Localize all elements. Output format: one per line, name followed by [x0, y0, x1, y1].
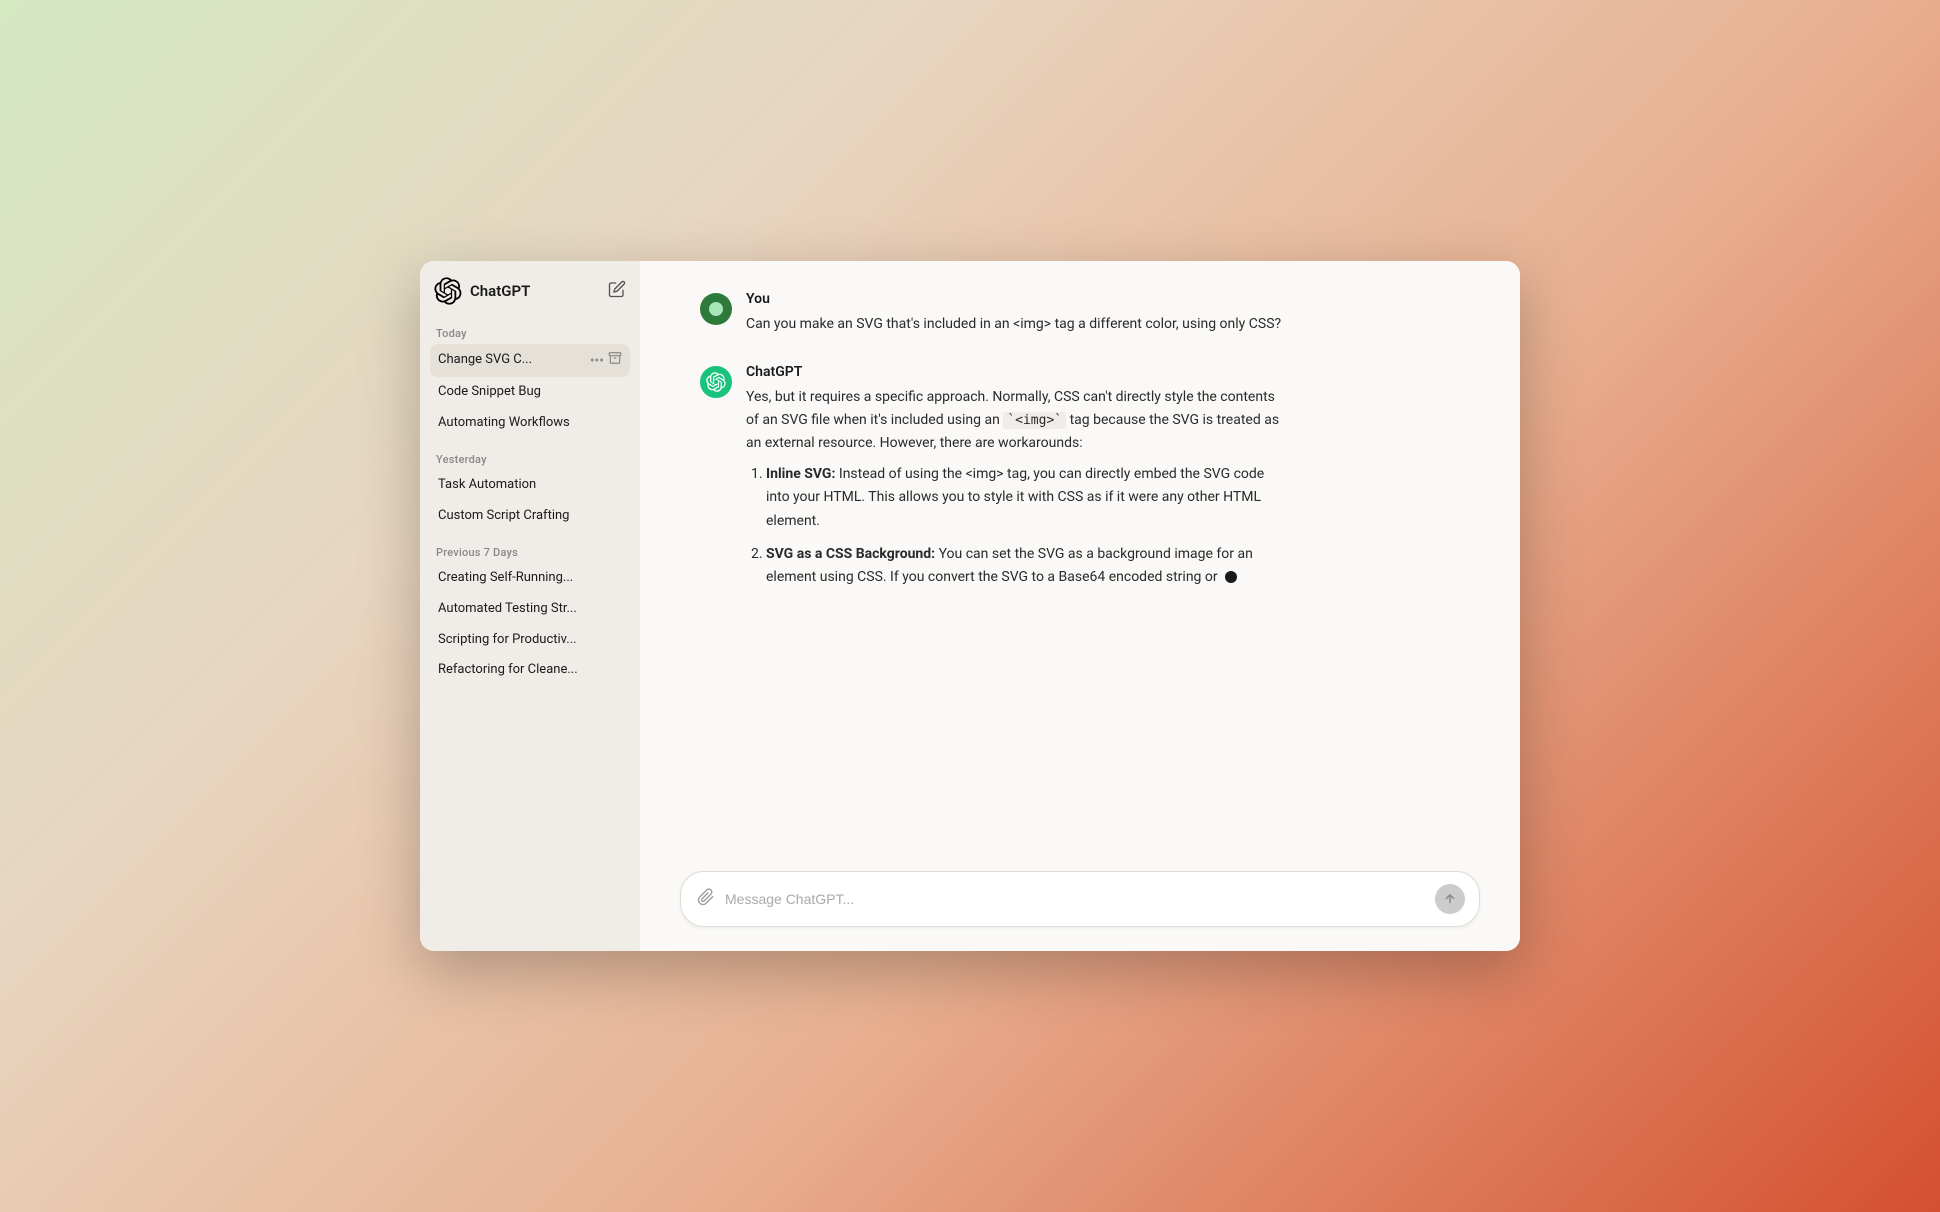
sidebar-item-task-automation[interactable]: Task Automation: [430, 470, 630, 501]
input-box: [680, 871, 1480, 927]
avatar-user-inner: [709, 302, 723, 316]
message-content-gpt: ChatGPT Yes, but it requires a specific …: [746, 364, 1286, 599]
sidebar: ChatGPT Today Change SVG C... •••: [420, 261, 640, 951]
chatgpt-logo-icon: [434, 277, 462, 305]
sidebar-item-code-snippet[interactable]: Code Snippet Bug: [430, 377, 630, 408]
sidebar-item-text: Creating Self-Running...: [438, 570, 622, 587]
sidebar-item-text: Change SVG C...: [438, 352, 590, 369]
sidebar-item-text: Code Snippet Bug: [438, 384, 622, 401]
sidebar-header: ChatGPT: [420, 277, 640, 321]
list-item-2-title: SVG as a CSS Background:: [766, 546, 935, 562]
message-text-user: Can you make an SVG that's included in a…: [746, 313, 1286, 336]
sidebar-item-text: Automated Testing Str...: [438, 601, 622, 618]
sidebar-item-text: Task Automation: [438, 477, 622, 494]
avatar-gpt: [700, 366, 732, 398]
message-content-user: You Can you make an SVG that's included …: [746, 291, 1286, 336]
sidebar-item-change-svg[interactable]: Change SVG C... •••: [430, 344, 630, 377]
archive-icon: [608, 351, 622, 370]
section-label-previous-7-days: Previous 7 Days: [430, 540, 630, 563]
message-text-gpt: Yes, but it requires a specific approach…: [746, 386, 1286, 589]
sidebar-section-today: Today Change SVG C... ••• Code Snippet B…: [420, 321, 640, 439]
sidebar-item-text: Automating Workflows: [438, 415, 622, 432]
gpt-intro-text: Yes, but it requires a specific approach…: [746, 386, 1286, 455]
dots-icon: •••: [590, 352, 604, 370]
code-tag: `<img>`: [1003, 412, 1066, 429]
sidebar-item-automated-testing[interactable]: Automated Testing Str...: [430, 594, 630, 625]
sidebar-section-yesterday: Yesterday Task Automation Custom Script …: [420, 447, 640, 532]
message-author-you: You: [746, 291, 1286, 307]
list-item-2: SVG as a CSS Background: You can set the…: [766, 543, 1286, 589]
sidebar-item-creating-self[interactable]: Creating Self-Running...: [430, 563, 630, 594]
app-title: ChatGPT: [470, 282, 530, 300]
sidebar-item-actions: •••: [590, 351, 622, 370]
message-user: You Can you make an SVG that's included …: [700, 291, 1460, 336]
sidebar-item-refactoring[interactable]: Refactoring for Cleane...: [430, 655, 630, 686]
list-item-1: Inline SVG: Instead of using the <img> t…: [766, 463, 1286, 532]
new-chat-button[interactable]: [608, 280, 626, 302]
sidebar-item-scripting-prod[interactable]: Scripting for Productiv...: [430, 625, 630, 656]
sidebar-item-custom-script[interactable]: Custom Script Crafting: [430, 501, 630, 532]
avatar-user: [700, 293, 732, 325]
sidebar-item-text: Custom Script Crafting: [438, 508, 622, 525]
send-button[interactable]: [1435, 884, 1465, 914]
section-label-yesterday: Yesterday: [430, 447, 630, 470]
sidebar-item-automating[interactable]: Automating Workflows: [430, 408, 630, 439]
sidebar-item-text: Refactoring for Cleane...: [438, 662, 622, 679]
message-gpt: ChatGPT Yes, but it requires a specific …: [700, 364, 1460, 599]
section-label-today: Today: [430, 321, 630, 344]
messages-container: You Can you make an SVG that's included …: [640, 261, 1520, 857]
list-item-1-title: Inline SVG:: [766, 466, 835, 482]
input-area: [640, 857, 1520, 951]
list-item-1-body: Instead of using the <img> tag, you can …: [766, 466, 1264, 528]
main-content: You Can you make an SVG that's included …: [640, 261, 1520, 951]
sidebar-item-text: Scripting for Productiv...: [438, 632, 622, 649]
app-window: ChatGPT Today Change SVG C... •••: [420, 261, 1520, 951]
gpt-list: Inline SVG: Instead of using the <img> t…: [746, 463, 1286, 588]
sidebar-section-previous-7-days: Previous 7 Days Creating Self-Running...…: [420, 540, 640, 687]
loading-dot-indicator: [1225, 571, 1237, 583]
message-author-gpt: ChatGPT: [746, 364, 1286, 380]
attach-icon[interactable]: [697, 888, 715, 910]
message-input[interactable]: [725, 891, 1425, 907]
sidebar-logo: ChatGPT: [434, 277, 530, 305]
